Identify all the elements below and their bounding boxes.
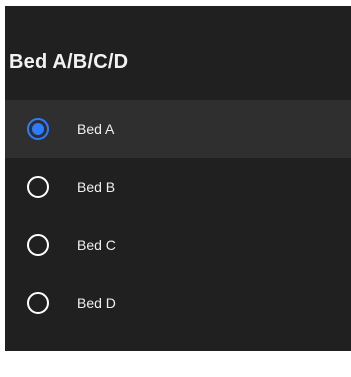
- radio-unselected-icon[interactable]: [27, 176, 49, 198]
- radio-selected-icon[interactable]: [27, 118, 49, 140]
- bed-selection-dialog: Bed A/B/C/D Bed A Bed B Bed C Bed D: [5, 6, 351, 351]
- option-bed-d[interactable]: Bed D: [5, 274, 351, 332]
- option-label: Bed C: [77, 237, 116, 253]
- option-label: Bed A: [77, 121, 115, 137]
- radio-dot: [32, 123, 44, 135]
- option-label: Bed D: [77, 295, 116, 311]
- option-bed-a[interactable]: Bed A: [5, 100, 351, 158]
- option-bed-c[interactable]: Bed C: [5, 216, 351, 274]
- option-bed-b[interactable]: Bed B: [5, 158, 351, 216]
- option-label: Bed B: [77, 179, 116, 195]
- bed-options-list: Bed A Bed B Bed C Bed D: [5, 100, 351, 332]
- dialog-title: Bed A/B/C/D: [9, 51, 129, 73]
- radio-unselected-icon[interactable]: [27, 234, 49, 256]
- radio-unselected-icon[interactable]: [27, 292, 49, 314]
